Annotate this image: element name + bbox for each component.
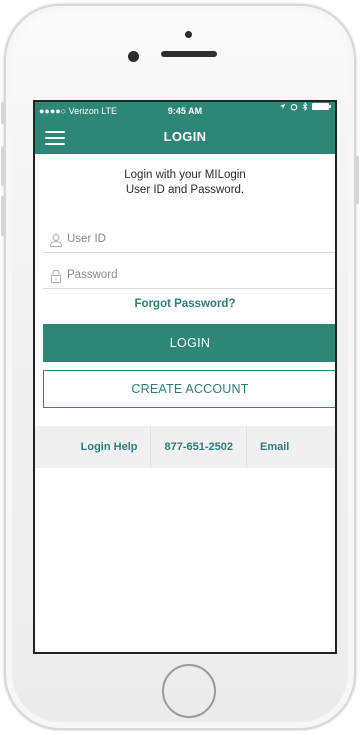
status-bar: ●●●●○ Verizon LTE 9:45 AM [35,102,335,120]
password-field [43,264,335,289]
home-button[interactable] [162,664,216,718]
page-title: LOGIN [163,129,207,144]
login-button[interactable]: LOGIN [43,324,335,362]
email-link[interactable]: Email [247,426,302,468]
bluetooth-icon [302,102,308,111]
password-input[interactable] [67,266,327,284]
intro-line-1: Login with your MILogin [124,169,246,181]
earpiece-speaker [161,51,217,57]
phone-frame: ●●●●○ Verizon LTE 9:45 AM LOGIN Login wi… [1,4,359,730]
power-button [356,156,359,204]
login-help-link[interactable]: Login Help [68,426,151,468]
location-arrow-icon [279,103,286,110]
user-id-field [43,228,335,253]
proximity-sensor [185,31,192,38]
user-icon [49,234,63,247]
user-id-input[interactable] [67,230,327,248]
status-icons [279,102,331,111]
lock-icon [51,269,61,283]
screen: ●●●●○ Verizon LTE 9:45 AM LOGIN Login wi… [33,100,337,654]
battery-icon [312,103,331,110]
forgot-password-link[interactable]: Forgot Password? [35,298,335,310]
footer-links: Login Help 877-651-2502 Email [35,426,335,468]
intro-line-2: User ID and Password. [125,184,245,196]
nav-bar: LOGIN [35,120,335,154]
volume-down-button [1,196,4,236]
volume-up-button [1,146,4,186]
intro-text: Login with your MILogin User ID and Pass… [35,168,335,198]
front-camera [128,51,139,62]
phone-link[interactable]: 877-651-2502 [151,426,246,468]
create-account-button[interactable]: CREATE ACCOUNT [43,370,335,408]
alarm-icon [290,103,298,111]
mute-switch [1,102,4,124]
